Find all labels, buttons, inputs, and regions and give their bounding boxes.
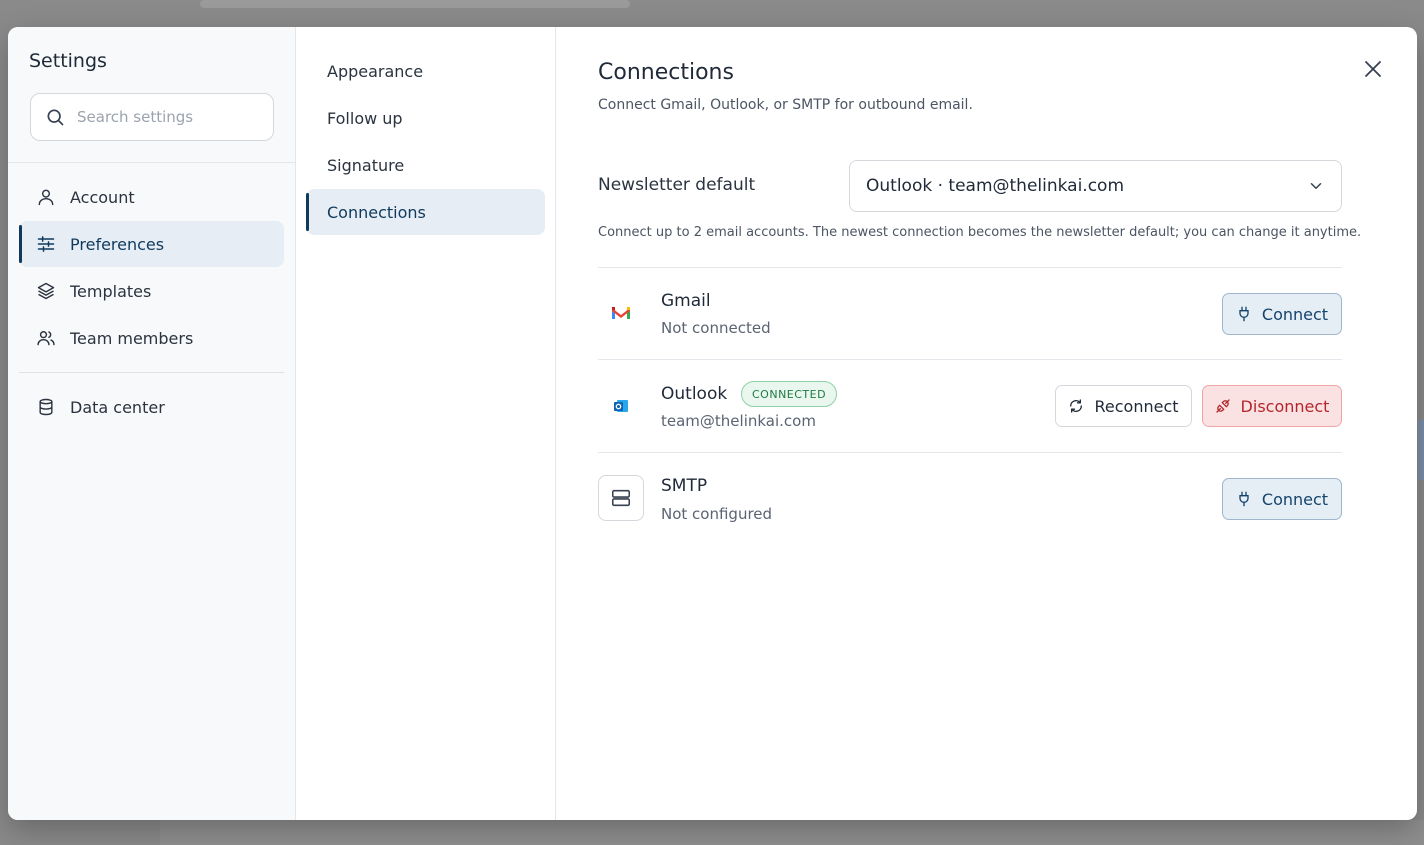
subnav-connections[interactable]: Connections bbox=[306, 189, 545, 235]
smtp-connect-button[interactable]: Connect bbox=[1222, 478, 1342, 520]
connected-badge: CONNECTED bbox=[741, 381, 838, 407]
sidebar-title: Settings bbox=[29, 50, 107, 72]
layers-icon bbox=[37, 282, 55, 300]
sidebar-item-label: Account bbox=[70, 187, 135, 207]
backdrop-bottom bbox=[160, 820, 1424, 845]
close-icon[interactable] bbox=[1361, 57, 1385, 81]
search-icon bbox=[47, 109, 64, 126]
connections-panel: Connections Connect Gmail, Outlook, or S… bbox=[556, 27, 1417, 820]
newsletter-default-label: Newsletter default bbox=[598, 175, 756, 195]
outlook-status: team@thelinkai.com bbox=[661, 412, 816, 430]
backdrop-bar bbox=[200, 0, 630, 8]
sidebar-item-preferences[interactable]: Preferences bbox=[19, 221, 284, 267]
plug-icon bbox=[1239, 491, 1249, 507]
search-input[interactable] bbox=[77, 108, 257, 126]
user-icon bbox=[38, 189, 54, 206]
smtp-name: SMTP bbox=[661, 476, 708, 496]
page-subtitle: Connect Gmail, Outlook, or SMTP for outb… bbox=[598, 97, 973, 113]
sidebar-item-templates[interactable]: Templates bbox=[19, 268, 284, 314]
outlook-disconnect-button[interactable]: Disconnect bbox=[1202, 385, 1342, 427]
page-title: Connections bbox=[598, 60, 734, 85]
settings-modal: Settings Account Preferences Templates T… bbox=[8, 27, 1417, 820]
smtp-connect-label: Connect bbox=[1261, 489, 1329, 509]
sidebar-item-label: Templates bbox=[70, 281, 152, 301]
outlook-reconnect-button[interactable]: Reconnect bbox=[1055, 385, 1192, 427]
newsletter-default-select[interactable]: Outlook · team@thelinkai.com bbox=[849, 160, 1342, 212]
newsletter-default-value: Outlook · team@thelinkai.com bbox=[866, 176, 1125, 196]
unplug-icon bbox=[1215, 399, 1230, 413]
refresh-icon bbox=[1070, 399, 1083, 413]
sidebar-item-label: Team members bbox=[70, 328, 194, 348]
gmail-connect-button[interactable]: Connect bbox=[1222, 293, 1342, 335]
row-divider bbox=[598, 452, 1342, 453]
row-divider bbox=[598, 359, 1342, 360]
settings-sidebar: Settings Account Preferences Templates T… bbox=[8, 27, 296, 820]
subnav-appearance[interactable]: Appearance bbox=[306, 48, 545, 94]
outlook-name: Outlook bbox=[661, 384, 728, 404]
outlook-icon bbox=[598, 383, 644, 429]
subnav-signature[interactable]: Signature bbox=[306, 142, 545, 188]
plug-icon bbox=[1239, 306, 1249, 322]
gmail-status: Not connected bbox=[661, 319, 771, 337]
server-icon bbox=[598, 475, 644, 521]
sidebar-divider bbox=[8, 162, 296, 163]
smtp-status: Not configured bbox=[661, 505, 773, 523]
gmail-connect-label: Connect bbox=[1261, 304, 1329, 324]
gmail-icon bbox=[598, 290, 644, 336]
sidebar-item-data-center[interactable]: Data center bbox=[19, 384, 284, 430]
sliders-icon bbox=[37, 236, 55, 252]
subnav-follow-up[interactable]: Follow up bbox=[306, 95, 545, 141]
chevron-down-icon bbox=[1310, 183, 1322, 189]
row-divider bbox=[598, 267, 1342, 268]
backdrop-right bbox=[1418, 420, 1424, 480]
preferences-subnav: Appearance Follow up Signature Connectio… bbox=[296, 27, 556, 820]
sidebar-divider bbox=[19, 372, 284, 373]
sidebar-item-team-members[interactable]: Team members bbox=[19, 315, 284, 361]
helper-text: Connect up to 2 email accounts. The newe… bbox=[598, 225, 1362, 240]
reconnect-label: Reconnect bbox=[1094, 396, 1179, 416]
users-icon bbox=[37, 331, 55, 346]
search-box[interactable] bbox=[30, 93, 274, 141]
sidebar-item-label: Data center bbox=[70, 397, 165, 417]
database-icon bbox=[39, 398, 53, 416]
gmail-name: Gmail bbox=[661, 291, 711, 311]
sidebar-item-account[interactable]: Account bbox=[19, 174, 284, 220]
sidebar-item-label: Preferences bbox=[70, 234, 165, 254]
disconnect-label: Disconnect bbox=[1240, 396, 1330, 416]
